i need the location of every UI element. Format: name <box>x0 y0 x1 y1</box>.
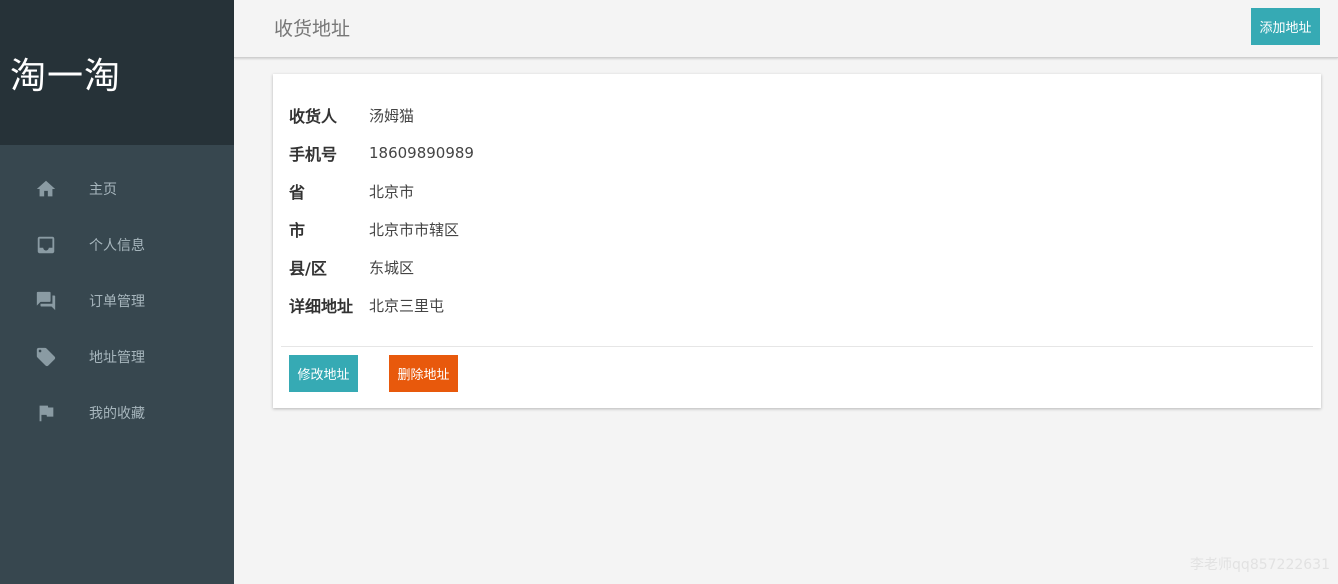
sidebar-item-label: 订单管理 <box>89 294 145 310</box>
field-label: 详细地址 <box>289 297 354 316</box>
sidebar-item-address[interactable]: 地址管理 <box>0 329 234 385</box>
add-address-button[interactable]: 添加地址 <box>1251 8 1320 45</box>
address-row-district: 县/区 东城区 <box>289 248 1321 286</box>
address-details: 收货人 汤姆猫 手机号 18609890989 省 北京市 市 北京市市辖区 县… <box>273 74 1321 324</box>
field-value: 北京三里屯 <box>369 296 445 315</box>
delete-address-button[interactable]: 删除地址 <box>389 355 458 392</box>
address-card: 收货人 汤姆猫 手机号 18609890989 省 北京市 市 北京市市辖区 县… <box>273 74 1321 408</box>
sidebar-item-profile[interactable]: 个人信息 <box>0 217 234 273</box>
forum-icon <box>34 289 58 313</box>
sidebar-item-label: 主页 <box>89 182 117 198</box>
field-label: 县/区 <box>289 259 327 278</box>
sidebar-nav: 主页 个人信息 订单管理 地址管理 我的收藏 <box>0 161 234 441</box>
field-value: 北京市 <box>369 182 415 201</box>
sidebar: 淘一淘 主页 个人信息 订单管理 地址管理 我的收藏 <box>0 0 234 584</box>
field-label: 省 <box>289 183 306 202</box>
home-icon <box>34 177 58 201</box>
field-value: 18609890989 <box>369 144 474 162</box>
page-title: 收货地址 <box>274 18 351 40</box>
sidebar-item-label: 地址管理 <box>89 350 145 366</box>
header: 收货地址 添加地址 <box>234 0 1338 58</box>
flag-icon <box>34 401 58 425</box>
address-row-phone: 手机号 18609890989 <box>289 134 1321 172</box>
field-value: 汤姆猫 <box>369 106 415 125</box>
address-row-detail: 详细地址 北京三里屯 <box>289 286 1321 324</box>
brand-logo-text: 淘一淘 <box>10 55 122 97</box>
sidebar-item-label: 我的收藏 <box>89 406 145 422</box>
tag-icon <box>34 345 58 369</box>
field-label: 收货人 <box>289 107 338 126</box>
field-label: 手机号 <box>289 145 338 164</box>
sidebar-item-orders[interactable]: 订单管理 <box>0 273 234 329</box>
card-divider <box>281 346 1313 347</box>
watermark: 李老师qq857222631 <box>1190 557 1330 573</box>
address-row-province: 省 北京市 <box>289 172 1321 210</box>
address-row-city: 市 北京市市辖区 <box>289 210 1321 248</box>
sidebar-item-favorites[interactable]: 我的收藏 <box>0 385 234 441</box>
brand: 淘一淘 <box>0 0 234 145</box>
sidebar-item-home[interactable]: 主页 <box>0 161 234 217</box>
field-label: 市 <box>289 221 306 240</box>
address-row-recipient: 收货人 汤姆猫 <box>289 96 1321 134</box>
inbox-icon <box>34 233 58 257</box>
sidebar-item-label: 个人信息 <box>89 238 145 254</box>
edit-address-button[interactable]: 修改地址 <box>289 355 358 392</box>
field-value: 北京市市辖区 <box>369 220 460 239</box>
field-value: 东城区 <box>369 258 415 277</box>
